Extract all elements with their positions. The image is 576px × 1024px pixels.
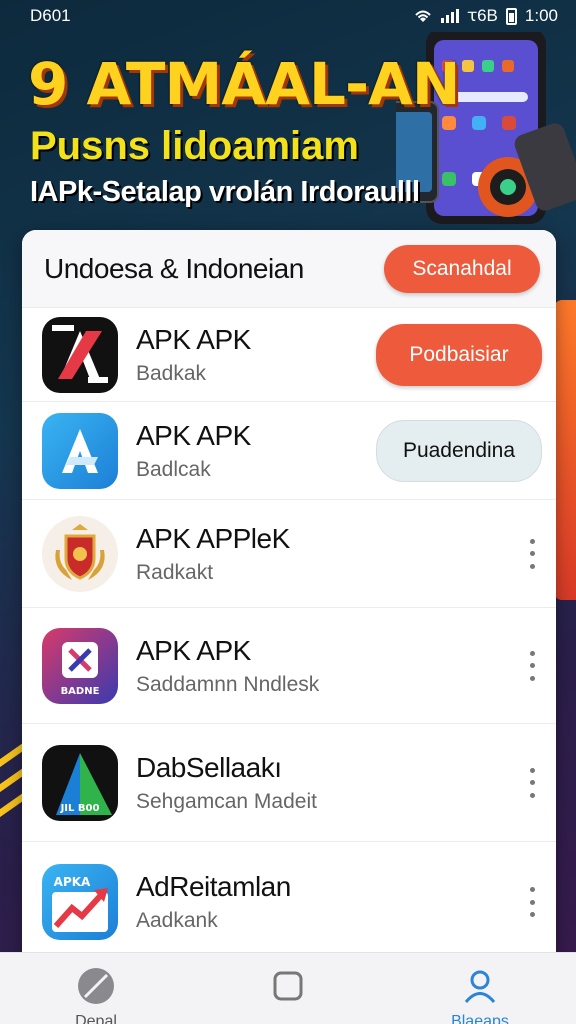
square-icon: [273, 971, 303, 1001]
gradient-badge-app-icon[interactable]: BADNE: [42, 627, 118, 704]
app-name: APK APK: [136, 323, 251, 355]
more-options-icon[interactable]: [522, 767, 542, 798]
app-text: AdReitamlan Aadkank: [136, 871, 522, 933]
app-name: DabSellaakı: [136, 751, 282, 783]
app-subtitle: Badlcak: [136, 457, 211, 481]
list-item[interactable]: BADNE APK APK Saddamnn Nndlesk: [22, 608, 556, 724]
app-action-button[interactable]: Podbaisiar: [376, 323, 542, 386]
shield-crest-app-icon[interactable]: [42, 515, 118, 592]
app-text: APK APK Badlcak: [136, 420, 376, 482]
nav-item-blaeaps[interactable]: Blaeaps: [405, 967, 555, 1024]
green-triangle-app-icon[interactable]: JIL B00: [42, 744, 118, 821]
app-name: APK APK: [136, 634, 251, 666]
chart-arrow-app-icon[interactable]: APKA: [42, 864, 118, 940]
app-subtitle: Sehgamcan Madeit: [136, 789, 317, 813]
battery-icon: [505, 7, 517, 25]
status-bar: D601 ꚍ6B 1:00: [0, 0, 576, 32]
list-item[interactable]: JIL B00 DabSellaakı Sehgamcan Madeit: [22, 724, 556, 842]
list-item[interactable]: APK APK Badkak Podbaisiar: [22, 308, 556, 402]
card-header: Undoesa & Indoneian Scanahdal: [22, 230, 556, 308]
status-indicators: ꚍ6B 1:00: [413, 6, 558, 26]
app-icon-text: BADNE: [61, 686, 100, 697]
app-subtitle: Badkak: [136, 361, 207, 385]
black-x-app-icon[interactable]: [42, 316, 118, 393]
bottom-nav: Depal Blaeaps: [0, 952, 576, 1024]
wifi-icon: [415, 10, 431, 22]
blue-a-app-icon[interactable]: [42, 412, 118, 489]
compass-icon: [78, 968, 114, 1004]
status-time: 1:00: [524, 6, 558, 25]
list-item[interactable]: APKA AdReitamlan Aadkank: [22, 842, 556, 962]
promo-banner[interactable]: 9 ATMÁAL-AN Pusns lidoamiam IAPk-Setalap…: [0, 32, 576, 232]
background-phone-edge: [554, 300, 576, 600]
banner-title: 9 ATMÁAL-AN: [28, 50, 460, 118]
nav-label: Blaeaps: [451, 1013, 509, 1024]
card-title: Undoesa & Indoneian: [44, 252, 304, 284]
more-options-icon[interactable]: [522, 650, 542, 681]
app-name: APK APK: [136, 419, 251, 451]
app-icon-text: APKA: [54, 875, 91, 889]
app-text: DabSellaakı Sehgamcan Madeit: [136, 752, 522, 814]
app-text: APK APK Saddamnn Nndlesk: [136, 635, 522, 697]
carrier-text: ꚍ6B: [467, 6, 498, 25]
banner-tagline: IAPk-Setalap vrolán Irdoraulll: [30, 176, 420, 208]
app-text: APK APPleK Radkakt: [136, 523, 522, 585]
header-action-button[interactable]: Scanahdal: [384, 244, 540, 293]
app-text: APK APK Badkak: [136, 324, 376, 386]
nav-label: Depal: [75, 1013, 117, 1024]
app-name: AdReitamlan: [136, 871, 291, 902]
app-action-button[interactable]: Puadendina: [376, 419, 542, 482]
profile-icon: [464, 970, 496, 1003]
nav-item-home[interactable]: [213, 967, 363, 1024]
status-left-text: D601: [30, 6, 71, 25]
more-options-icon[interactable]: [522, 538, 542, 569]
app-subtitle: Aadkank: [136, 909, 218, 932]
signal-icon: [441, 9, 460, 23]
app-subtitle: Saddamnn Nndlesk: [136, 672, 320, 696]
nav-item-depal[interactable]: Depal: [21, 967, 171, 1024]
app-list: APK APK Badkak Podbaisiar APK APK Badlca…: [22, 308, 556, 962]
list-item[interactable]: APK APPleK Radkakt: [22, 500, 556, 608]
banner-subtitle: Pusns lidoamiam: [30, 124, 359, 168]
app-icon-text: JIL B00: [60, 803, 100, 814]
more-options-icon[interactable]: [522, 887, 542, 917]
list-item[interactable]: APK APK Badlcak Puadendina: [22, 402, 556, 500]
app-name: APK APPleK: [136, 522, 290, 554]
app-list-card: Undoesa & Indoneian Scanahdal APK APK Ba…: [22, 230, 556, 970]
app-subtitle: Radkakt: [136, 560, 214, 584]
